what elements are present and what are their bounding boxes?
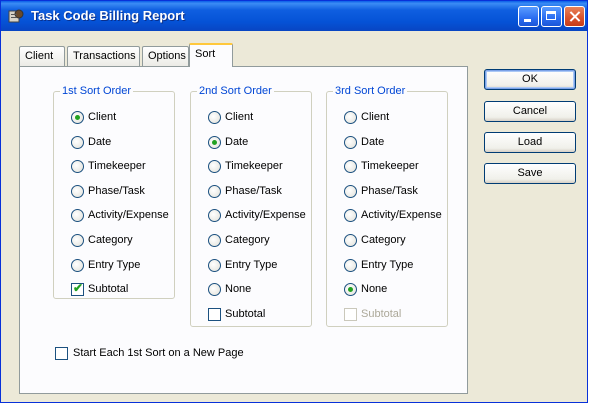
radio-label: Category xyxy=(225,234,270,246)
ok-button[interactable]: OK xyxy=(484,69,576,90)
radio-label: Client xyxy=(225,111,254,123)
radio-button[interactable] xyxy=(344,136,357,149)
tab-client[interactable]: Client xyxy=(19,46,65,66)
radio-label: Date xyxy=(225,136,249,148)
radio-label: Category xyxy=(88,234,133,246)
radio-label: None xyxy=(225,283,252,295)
radio-button[interactable] xyxy=(344,209,357,222)
tab-label: Client xyxy=(25,50,54,62)
minimize-button[interactable] xyxy=(518,6,539,27)
radio-button[interactable] xyxy=(208,160,221,173)
tab-options[interactable]: Options xyxy=(142,46,189,66)
second-sort-group: 2nd Sort Order Client Date Timekeeper Phase/… xyxy=(190,85,312,327)
radio-button[interactable] xyxy=(71,160,84,173)
close-button[interactable] xyxy=(564,6,585,27)
checkbox-box[interactable]: ✔ xyxy=(71,281,84,296)
radio-label: Timekeeper xyxy=(225,160,283,172)
radio-button[interactable] xyxy=(71,111,84,124)
radio-label: Client xyxy=(88,111,117,123)
new-page-checkbox-box[interactable] xyxy=(55,347,68,360)
third-sort-group: 3rd Sort Order Client Date Timekeeper Phase/… xyxy=(326,85,448,327)
radio-button[interactable] xyxy=(344,259,357,272)
first-sort-legend: 1st Sort Order xyxy=(60,85,134,97)
radio-selected-dot xyxy=(75,115,80,120)
tab-label: Transactions xyxy=(73,50,136,62)
cancel-button[interactable]: Cancel xyxy=(484,101,576,122)
radio-button[interactable] xyxy=(344,185,357,198)
radio-label: Phase/Task xyxy=(88,185,145,197)
radio-label: Date xyxy=(88,136,112,148)
radio-button[interactable] xyxy=(208,209,221,222)
tab-transactions[interactable]: Transactions xyxy=(67,46,140,66)
radio-label: Client xyxy=(361,111,390,123)
radio-label: Entry Type xyxy=(225,259,278,271)
maximize-icon xyxy=(546,11,556,20)
radio-button[interactable] xyxy=(71,259,84,272)
radio-selected-dot xyxy=(212,140,217,145)
radio-label: Date xyxy=(361,136,385,148)
radio-label: Category xyxy=(361,234,406,246)
radio-label: Entry Type xyxy=(361,259,414,271)
subtotal-label: Subtotal xyxy=(225,308,266,320)
subtotal-label: Subtotal xyxy=(88,283,129,295)
dialog-window: Task Code Billing Report Client Transact… xyxy=(0,0,588,403)
radio-label: Timekeeper xyxy=(361,160,419,172)
radio-label: Activity/Expense xyxy=(361,209,442,221)
radio-label: Activity/Expense xyxy=(225,209,306,221)
sort-tab-panel: 1st Sort Order Client Date Timekeeper Phase/… xyxy=(19,66,468,394)
radio-button[interactable] xyxy=(208,111,221,124)
radio-button[interactable] xyxy=(344,111,357,124)
radio-button[interactable] xyxy=(208,185,221,198)
save-button[interactable]: Save xyxy=(484,163,576,184)
load-button[interactable]: Load xyxy=(484,132,576,153)
radio-label: Phase/Task xyxy=(361,185,418,197)
radio-button[interactable] xyxy=(71,234,84,247)
maximize-button[interactable] xyxy=(541,6,562,27)
radio-button[interactable] xyxy=(344,234,357,247)
radio-label: None xyxy=(361,283,388,295)
window-title: Task Code Billing Report xyxy=(31,8,185,23)
title-bar[interactable]: Task Code Billing Report xyxy=(1,1,587,31)
app-icon xyxy=(8,9,24,23)
checkbox-box xyxy=(344,308,357,321)
tab-sort[interactable]: Sort xyxy=(189,43,233,67)
minimize-icon xyxy=(524,19,531,22)
new-page-label: Start Each 1st Sort on a New Page xyxy=(73,347,244,359)
third-sort-legend: 3rd Sort Order xyxy=(333,85,408,97)
radio-button[interactable] xyxy=(71,136,84,149)
radio-label: Timekeeper xyxy=(88,160,146,172)
radio-button[interactable] xyxy=(71,185,84,198)
radio-button[interactable] xyxy=(208,136,221,149)
radio-selected-dot xyxy=(348,287,353,292)
tab-label: Options xyxy=(148,50,186,62)
first-sort-group: 1st Sort Order Client Date Timekeeper Phase/… xyxy=(53,85,175,299)
checkmark-icon: ✔ xyxy=(73,281,84,295)
radio-button[interactable] xyxy=(208,234,221,247)
subtotal-label: Subtotal xyxy=(361,308,402,320)
radio-button[interactable] xyxy=(344,283,357,296)
checkbox-box[interactable] xyxy=(208,308,221,321)
radio-button[interactable] xyxy=(208,283,221,296)
radio-button[interactable] xyxy=(71,209,84,222)
radio-label: Activity/Expense xyxy=(88,209,169,221)
tab-label: Sort xyxy=(195,48,216,60)
second-sort-legend: 2nd Sort Order xyxy=(197,85,274,97)
radio-label: Entry Type xyxy=(88,259,141,271)
radio-button[interactable] xyxy=(208,259,221,272)
radio-button[interactable] xyxy=(344,160,357,173)
radio-label: Phase/Task xyxy=(225,185,282,197)
